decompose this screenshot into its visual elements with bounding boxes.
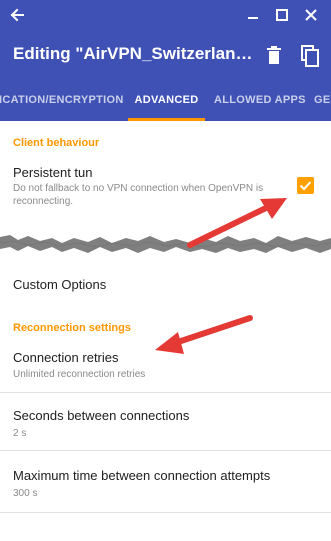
divider (0, 512, 331, 513)
app-bar: Editing "AirVPN_Switzerland_U... (0, 31, 331, 81)
pref-title: Connection retries (13, 350, 119, 365)
section-header-client-behaviour: Client behaviour (13, 137, 100, 149)
tab-advanced[interactable]: ADVANCED (128, 81, 205, 121)
section-header-reconnection-settings: Reconnection settings (13, 322, 131, 334)
pref-persistent-tun[interactable]: Persistent tun Do not fallback to no VPN… (0, 156, 331, 208)
pref-custom-options[interactable]: Custom Options (0, 268, 331, 300)
tab-general[interactable]: GE (314, 81, 331, 121)
pref-seconds-between-connections[interactable]: Seconds between connections 2 s (0, 396, 331, 448)
close-icon[interactable] (302, 6, 320, 24)
trash-icon[interactable] (263, 44, 285, 68)
pref-title: Custom Options (13, 277, 107, 292)
window-titlebar (0, 0, 331, 31)
pref-title: Persistent tun (13, 165, 93, 180)
pref-summary: 2 s (13, 428, 27, 439)
checkmark-icon (299, 181, 312, 191)
minimize-icon[interactable] (244, 6, 262, 24)
maximize-icon[interactable] (273, 6, 291, 24)
divider (0, 392, 331, 393)
pref-connection-retries[interactable]: Connection retries Unlimited reconnectio… (0, 340, 331, 392)
torn-edge-divider (0, 235, 331, 253)
back-arrow-icon[interactable] (8, 5, 26, 25)
pref-summary: Unlimited reconnection retries (13, 369, 146, 380)
active-tab-indicator (128, 118, 205, 121)
divider (0, 450, 331, 451)
pref-max-time-between-attempts[interactable]: Maximum time between connection attempts… (0, 454, 331, 510)
tab-allowed-apps[interactable]: ALLOWED APPS (214, 81, 306, 121)
persistent-tun-checkbox[interactable] (297, 177, 314, 194)
page-title: Editing "AirVPN_Switzerland_U... (13, 44, 253, 63)
pref-title: Seconds between connections (13, 408, 190, 423)
tab-authentication-encryption[interactable]: TICATION/ENCRYPTION (0, 81, 124, 121)
pref-title: Maximum time between connection attempts (13, 468, 271, 483)
tab-strip: TICATION/ENCRYPTION ADVANCED ALLOWED APP… (0, 81, 331, 121)
copy-icon[interactable] (299, 44, 321, 68)
pref-summary: 300 s (13, 488, 38, 499)
